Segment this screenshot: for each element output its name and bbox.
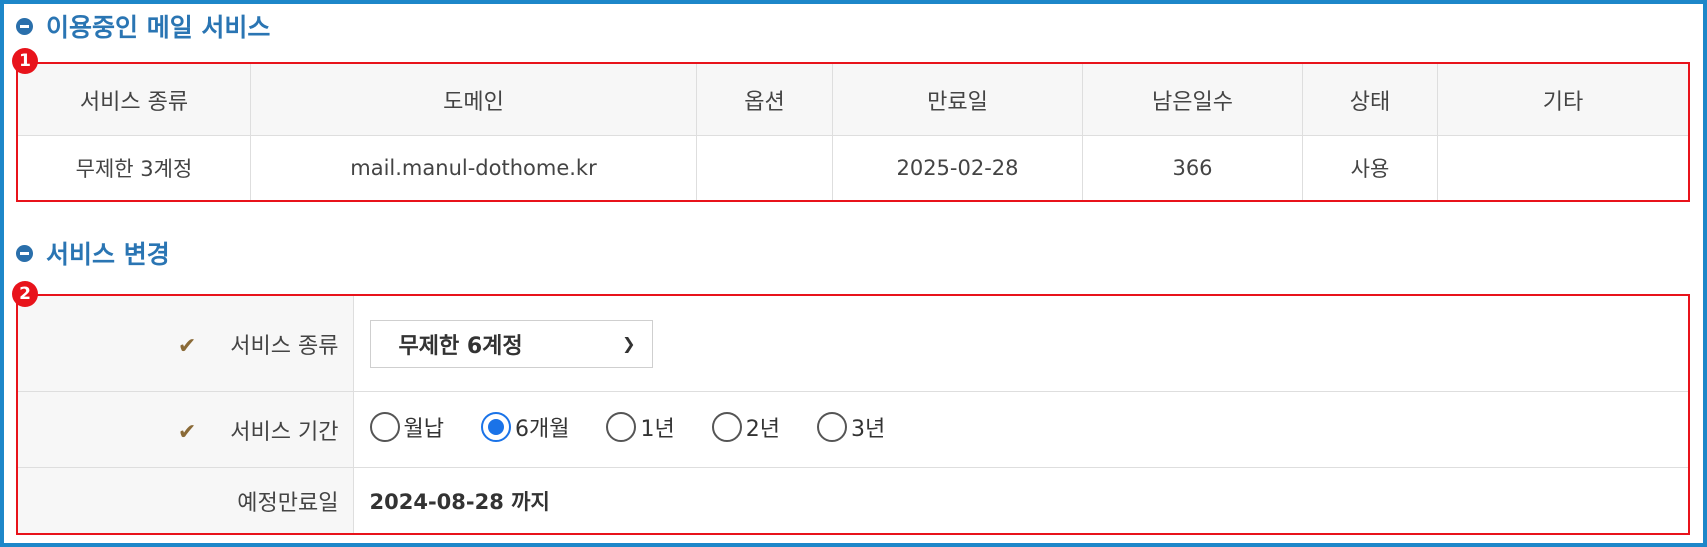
service-type-select[interactable]: 무제한 6계정 ❯ <box>369 319 653 368</box>
minus-circle-icon <box>16 17 33 35</box>
current-service-box: 서비스 종류 도메인 옵션 만료일 남은일수 상태 기타 무제한 3계정 mai… <box>16 62 1690 202</box>
period-option-monthly[interactable]: 월납 <box>369 411 444 443</box>
cell-etc <box>1437 135 1688 200</box>
period-label-cell: ✔ 서비스 기간 <box>18 391 354 469</box>
header-expiry: 만료일 <box>832 64 1083 136</box>
form-row-service-type: ✔ 서비스 종류 무제한 6계정 ❯ <box>18 296 1688 393</box>
minus-circle-icon <box>16 244 33 262</box>
radio-button[interactable] <box>816 412 847 443</box>
change-service-form: ✔ 서비스 종류 무제한 6계정 ❯ ✔ 서비스 기간 월납 6개월 1년 2년… <box>18 296 1688 533</box>
annotation-badge-1: 1 <box>12 48 38 74</box>
header-service-type: 서비스 종류 <box>18 64 251 136</box>
section-title-change-text: 서비스 변경 <box>46 240 170 269</box>
period-label: 서비스 기간 <box>230 419 339 445</box>
form-row-period: ✔ 서비스 기간 월납 6개월 1년 2년 3년 <box>18 391 1688 469</box>
service-type-label: 서비스 종류 <box>230 333 339 359</box>
header-option: 옵션 <box>696 64 833 136</box>
cell-remaining-days: 366 <box>1082 135 1303 200</box>
annotation-badge-2: 2 <box>12 281 38 307</box>
expiry-value: 2024-08-28 까지 <box>369 489 550 514</box>
header-remaining-days: 남은일수 <box>1082 64 1303 136</box>
current-service-table: 서비스 종류 도메인 옵션 만료일 남은일수 상태 기타 무제한 3계정 mai… <box>18 64 1688 200</box>
expiry-label: 예정만료일 <box>237 490 339 516</box>
service-type-cell: 무제한 6계정 ❯ <box>353 296 1688 393</box>
radio-button[interactable] <box>606 412 637 443</box>
period-option-3years[interactable]: 3년 <box>816 411 886 443</box>
period-option-1year[interactable]: 1년 <box>606 411 675 443</box>
chevron-down-icon: ❯ <box>622 334 636 354</box>
section-title-current: 이용중인 메일 서비스 <box>16 8 270 44</box>
cell-domain: mail.manul-dothome.kr <box>250 135 697 200</box>
radio-button-selected[interactable] <box>480 412 511 443</box>
section-title-change: 서비스 변경 <box>16 235 170 271</box>
radio-button[interactable] <box>711 412 742 443</box>
period-option-2years[interactable]: 2년 <box>711 411 780 443</box>
period-cell: 월납 6개월 1년 2년 3년 <box>353 391 1688 469</box>
cell-expiry: 2025-02-28 <box>832 135 1083 200</box>
service-type-select-value: 무제한 6계정 <box>398 333 523 359</box>
table-header-row: 서비스 종류 도메인 옵션 만료일 남은일수 상태 기타 <box>18 64 1688 136</box>
cell-service-type: 무제한 3계정 <box>18 135 251 200</box>
period-option-label: 2년 <box>745 417 780 443</box>
cell-status: 사용 <box>1302 135 1438 200</box>
period-option-label: 월납 <box>403 417 444 443</box>
expiry-label-cell: 예정만료일 <box>18 467 354 533</box>
period-option-6months[interactable]: 6개월 <box>480 411 570 443</box>
period-option-label: 6개월 <box>514 417 570 443</box>
period-option-label: 3년 <box>850 417 886 443</box>
radio-button[interactable] <box>369 412 400 443</box>
form-row-expiry: 예정만료일 2024-08-28 까지 <box>18 467 1688 533</box>
header-etc: 기타 <box>1437 64 1688 136</box>
expiry-cell: 2024-08-28 까지 <box>353 468 1688 533</box>
period-option-label: 1년 <box>640 417 675 443</box>
change-service-box: ✔ 서비스 종류 무제한 6계정 ❯ ✔ 서비스 기간 월납 6개월 1년 2년… <box>16 294 1690 535</box>
header-domain: 도메인 <box>250 64 697 136</box>
checkmark-icon: ✔ <box>177 419 197 445</box>
section-title-current-text: 이용중인 메일 서비스 <box>46 13 271 42</box>
header-status: 상태 <box>1302 64 1438 136</box>
cell-option <box>696 135 833 200</box>
checkmark-icon: ✔ <box>177 333 197 359</box>
service-type-label-cell: ✔ 서비스 종류 <box>18 296 354 393</box>
table-row: 무제한 3계정 mail.manul-dothome.kr 2025-02-28… <box>18 135 1688 200</box>
